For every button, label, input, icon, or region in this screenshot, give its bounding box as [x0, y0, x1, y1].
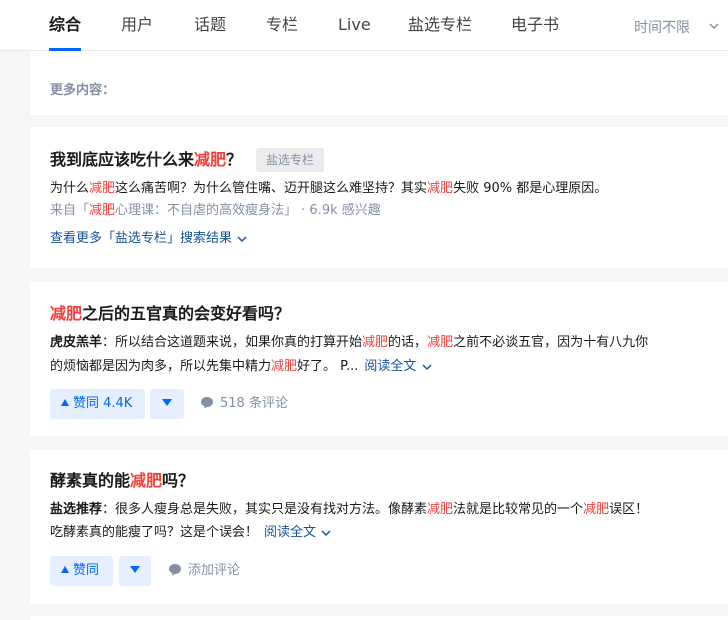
tab-ebooks[interactable]: 电子书 — [511, 14, 559, 36]
downvote-button[interactable] — [119, 556, 151, 586]
chevron-down-icon — [237, 235, 247, 242]
comment-bubble-icon — [169, 564, 181, 576]
next-result-card — [30, 616, 728, 620]
triangle-up-icon — [61, 399, 69, 406]
read-more-link[interactable]: 阅读全文 — [364, 359, 432, 374]
result-title[interactable]: 酵素真的能减肥吗？ — [50, 469, 194, 493]
upvote-button[interactable]: 赞同 4.4K — [50, 389, 145, 419]
tab-all[interactable]: 综合 — [49, 14, 81, 36]
answer-excerpt-line2[interactable]: 吃酵素真的能瘦了吗？这是个误会！ 阅读全文 — [50, 522, 332, 544]
result-card-answer: 减肥之后的五官真的会变好看吗？ 虎皮羔羊：所以结合这道题来说，如果你真的打算开始… — [30, 282, 728, 436]
comments-button[interactable]: 518 条评论 — [200, 389, 288, 419]
answer-author: 盐选推荐 — [50, 502, 103, 517]
triangle-up-icon — [61, 566, 69, 573]
answer-excerpt-line1[interactable]: 盐选推荐：很多人瘦身总是失败，其实只是没有找对方法。像酵素减肥法就是比较常见的一… — [50, 499, 648, 521]
more-content-card: 更多内容： — [30, 51, 728, 115]
tab-salt-columns[interactable]: 盐选专栏 — [408, 14, 472, 36]
answer-author: 虎皮羔羊 — [50, 335, 103, 350]
comment-bubble-icon — [201, 397, 213, 409]
chevron-down-icon — [709, 23, 719, 30]
answer-excerpt-line1[interactable]: 虎皮羔羊：所以结合这道题来说，如果你真的打算开始减肥的话，减肥之前不必谈五官，因… — [50, 332, 648, 354]
time-filter-dropdown[interactable]: 时间不限 — [634, 17, 719, 37]
tab-topics[interactable]: 话题 — [194, 14, 226, 36]
result-title[interactable]: 减肥之后的五官真的会变好看吗？ — [50, 302, 290, 326]
result-source: 来自「减肥心理课：不自虐的高效瘦身法」 · 6.9k 感兴趣 — [50, 203, 381, 218]
result-title[interactable]: 我到底应该吃什么来减肥？ 盐选专栏 — [50, 148, 325, 172]
tab-users[interactable]: 用户 — [121, 14, 153, 36]
downvote-button[interactable] — [150, 389, 184, 419]
add-comment-button[interactable]: 添加评论 — [168, 556, 240, 586]
result-description: 为什么减肥这么痛苦啊？为什么管住嘴、迈开腿这么难坚持？其实减肥失败 90% 都是… — [50, 181, 608, 196]
more-content-label: 更多内容： — [50, 83, 116, 98]
result-card-recommended: 酵素真的能减肥吗？ 盐选推荐：很多人瘦身总是失败，其实只是没有找对方法。像酵素减… — [30, 450, 728, 604]
chevron-down-icon — [422, 363, 432, 370]
salt-column-badge[interactable]: 盐选专栏 — [256, 148, 325, 172]
result-card-column: 我到底应该吃什么来减肥？ 盐选专栏 为什么减肥这么痛苦啊？为什么管住嘴、迈开腿这么… — [30, 127, 728, 268]
more-results-link[interactable]: 查看更多「盐选专栏」搜索结果 — [50, 228, 248, 250]
answer-excerpt-line2[interactable]: 的烦恼都是因为肉多，所以先集中精力减肥好了。 P... 阅读全文 — [50, 356, 433, 378]
search-tabs: 综合 用户 话题 专栏 Live 盐选专栏 电子书 时间不限 — [0, 0, 728, 51]
upvote-button[interactable]: 赞同 — [50, 556, 113, 586]
triangle-down-icon — [162, 399, 172, 406]
time-filter-label: 时间不限 — [634, 20, 690, 36]
read-more-link[interactable]: 阅读全文 — [264, 525, 332, 540]
tab-columns[interactable]: 专栏 — [266, 14, 298, 36]
triangle-down-icon — [130, 566, 140, 573]
chevron-down-icon — [321, 529, 331, 536]
tab-live[interactable]: Live — [338, 14, 371, 36]
